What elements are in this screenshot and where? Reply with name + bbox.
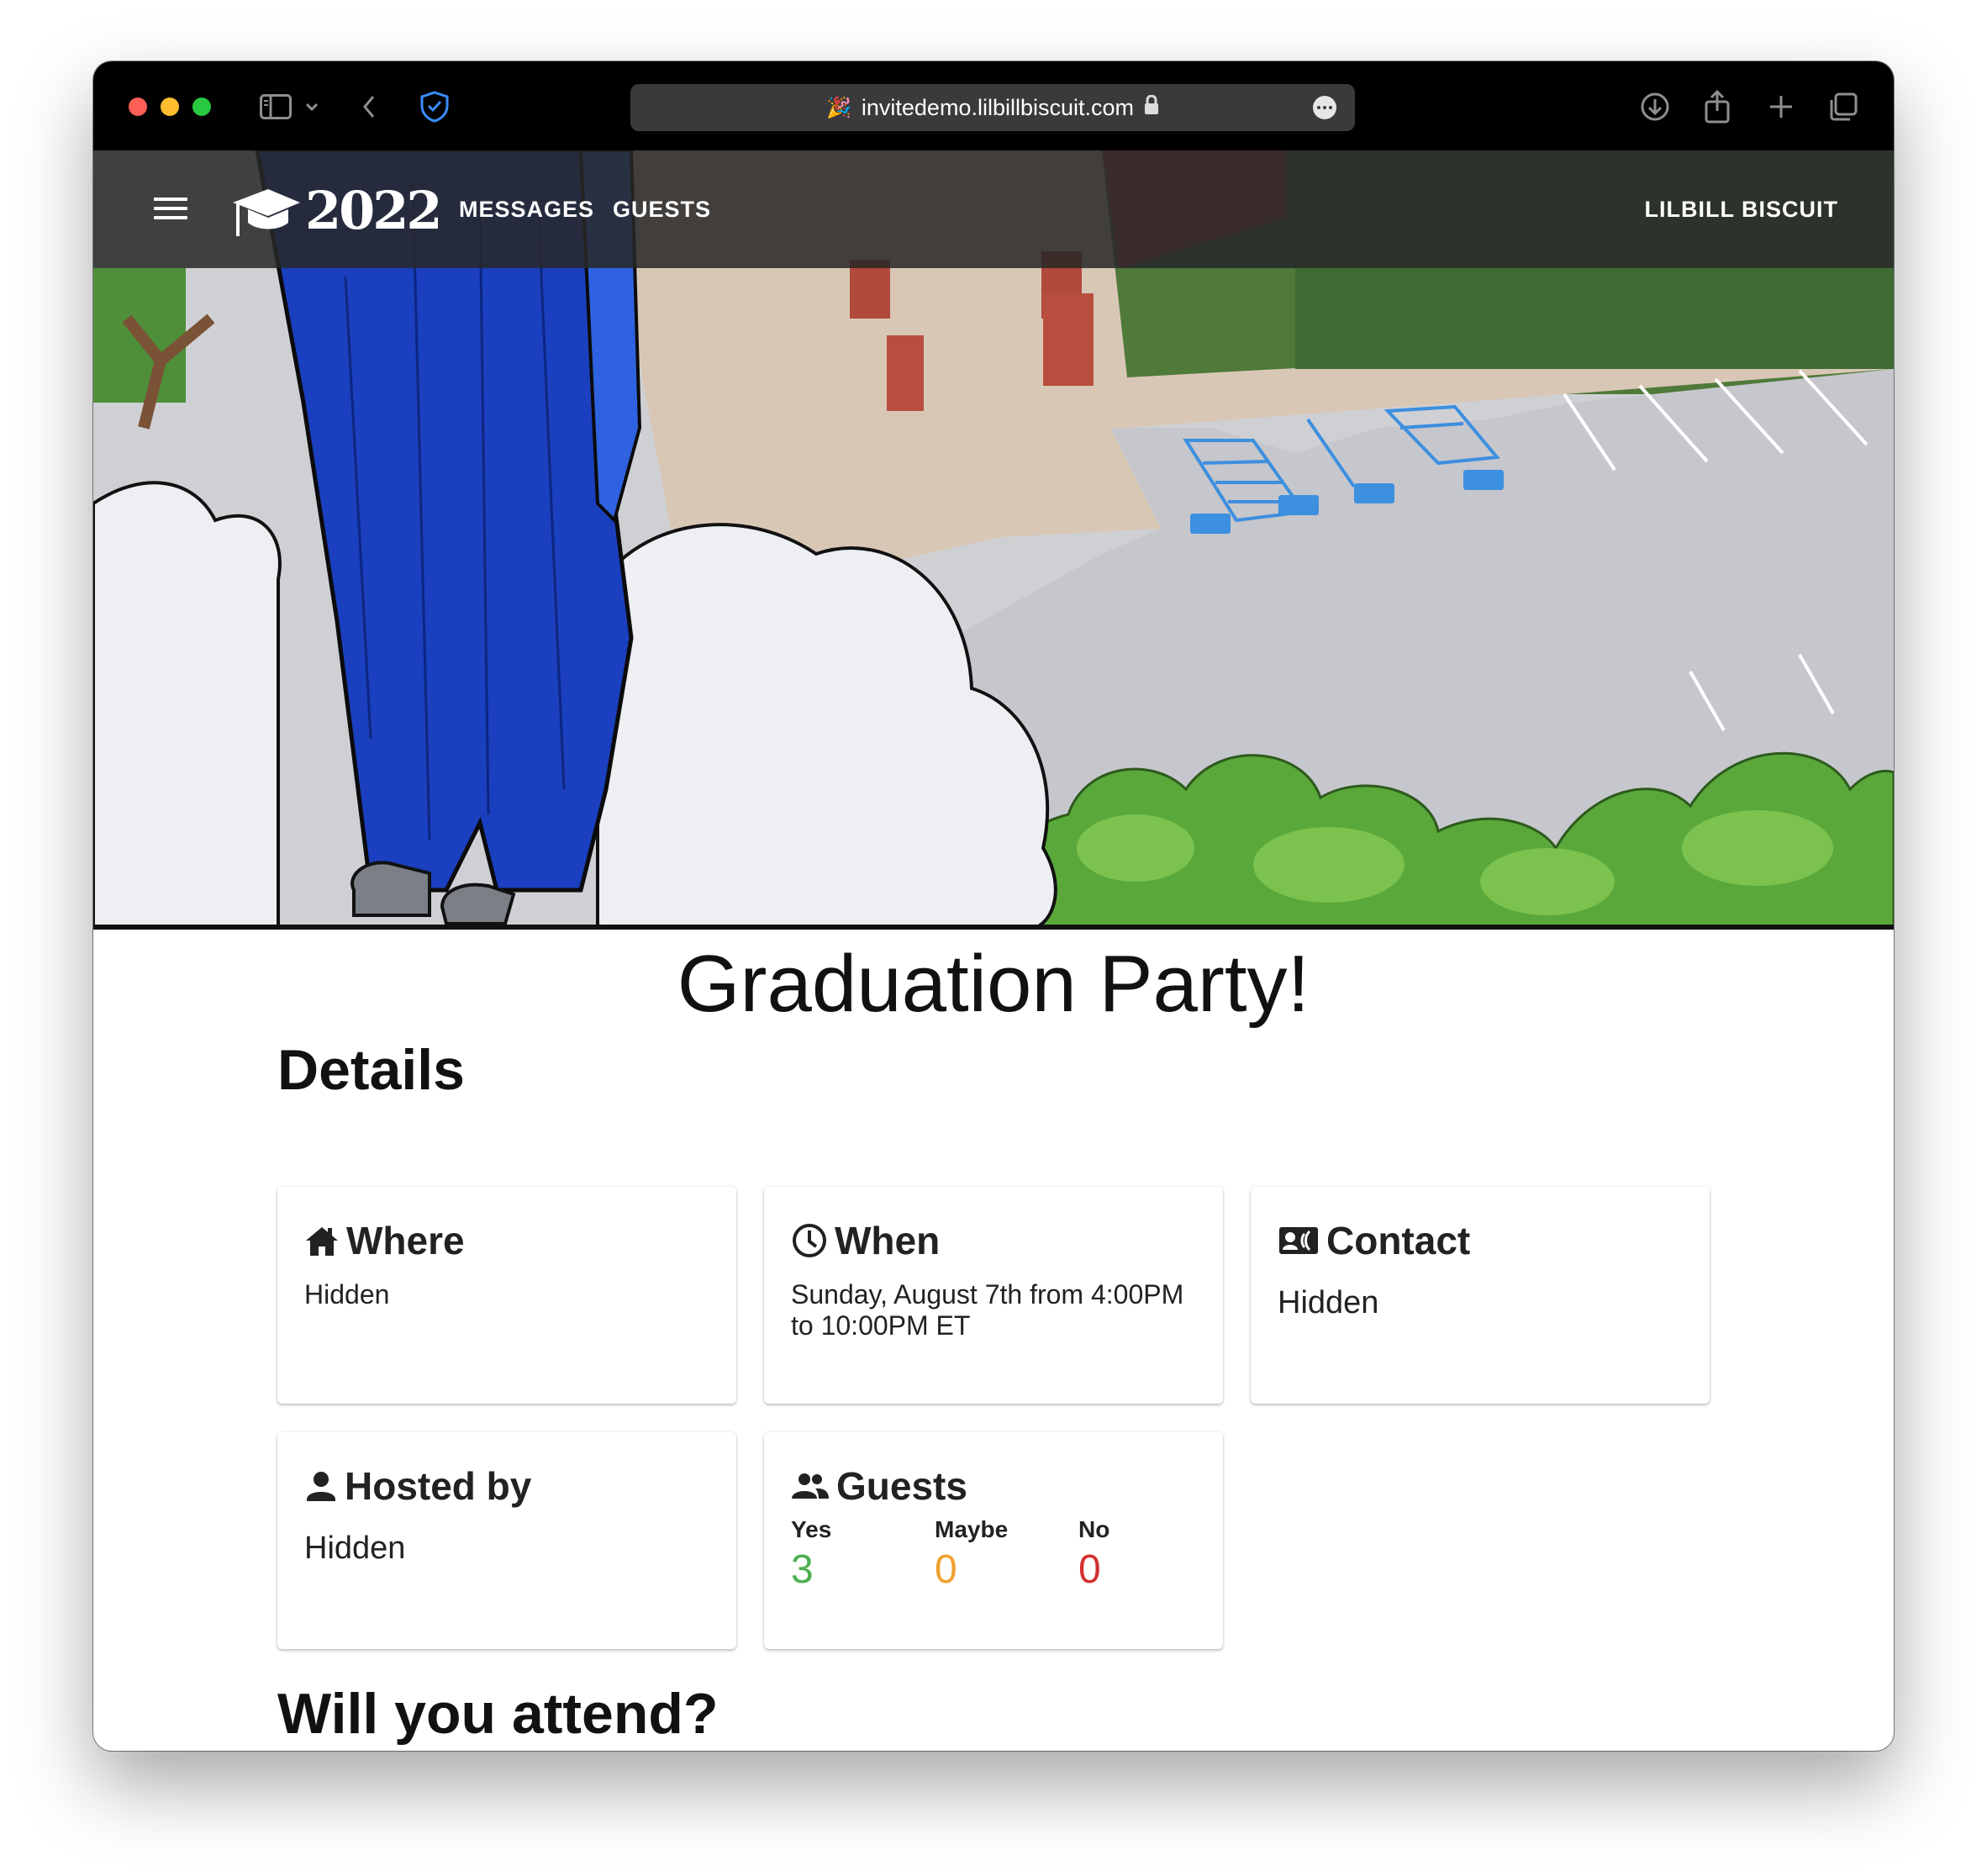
rsvp-yes: Yes 3 [791, 1516, 909, 1593]
close-window-button[interactable] [129, 97, 147, 116]
where-value: Hidden [304, 1279, 390, 1310]
rsvp-yes-label: Yes [791, 1516, 832, 1542]
browser-window: 🎉 invitedemo.lilbillbiscuit.com 2022 MES… [93, 61, 1894, 1751]
person-icon [307, 1472, 335, 1501]
home-icon [306, 1227, 338, 1256]
when-title: When [835, 1219, 941, 1262]
people-icon [792, 1473, 829, 1499]
sidebar-icon[interactable] [258, 87, 293, 127]
app-bar: 2022 MESSAGES GUESTS LILBILL BISCUIT [93, 150, 1894, 268]
share-icon[interactable] [1700, 87, 1734, 127]
when-card: When Sunday, August 7th from 4:00PM to 1… [764, 1187, 1223, 1404]
will-you-attend-heading: Will you attend? [277, 1682, 719, 1746]
rsvp-maybe-label: Maybe [935, 1516, 1009, 1542]
logo-year: 2022 [305, 179, 443, 241]
contact-title: Contact [1326, 1219, 1471, 1262]
guests-title: Guests [836, 1464, 967, 1508]
menu-icon[interactable] [154, 193, 187, 227]
lock-icon [1144, 94, 1159, 121]
details-heading: Details [277, 1038, 465, 1102]
party-popper-icon: 🎉 [825, 96, 851, 119]
more-options-icon[interactable] [1313, 96, 1336, 119]
browser-toolbar: 🎉 invitedemo.lilbillbiscuit.com [93, 61, 1894, 150]
hosted-by-value: Hidden [304, 1531, 406, 1566]
url-text: invitedemo.lilbillbiscuit.com [861, 94, 1134, 120]
when-value: Sunday, August 7th from 4:00PM to 10:00P… [791, 1279, 1184, 1341]
rsvp-maybe-count: 0 [935, 1547, 957, 1592]
contact-card-icon [1279, 1227, 1318, 1254]
nav-messages[interactable]: MESSAGES [459, 191, 594, 228]
contact-value: Hidden [1278, 1285, 1379, 1320]
rsvp-no-count: 0 [1078, 1547, 1101, 1592]
graduation-cap-icon [233, 189, 300, 236]
guests-card: Guests Yes 3 Maybe 0 No 0 [764, 1432, 1223, 1649]
tab-overview-icon[interactable] [1826, 87, 1860, 127]
where-card: Where Hidden [277, 1187, 736, 1404]
nav-guests[interactable]: GUESTS [613, 191, 711, 228]
rsvp-no: No 0 [1078, 1516, 1196, 1593]
hero-banner: 2022 MESSAGES GUESTS LILBILL BISCUIT [93, 150, 1894, 930]
clock-icon [793, 1224, 826, 1257]
back-icon[interactable] [359, 87, 379, 127]
page-title: Graduation Party! [677, 939, 1310, 1029]
chevron-down-icon[interactable] [303, 87, 320, 127]
where-title: Where [346, 1219, 465, 1262]
rsvp-maybe: Maybe 0 [935, 1516, 1052, 1593]
download-icon[interactable] [1638, 87, 1672, 127]
minimize-window-button[interactable] [161, 97, 179, 116]
hosted-by-card: Hosted by Hidden [277, 1432, 736, 1649]
contact-card: Contact Hidden [1251, 1187, 1710, 1404]
address-bar[interactable]: 🎉 invitedemo.lilbillbiscuit.com [630, 84, 1355, 131]
rsvp-yes-count: 3 [791, 1547, 814, 1592]
zoom-window-button[interactable] [192, 97, 211, 116]
rsvp-no-label: No [1078, 1516, 1110, 1542]
user-account-button[interactable]: LILBILL BISCUIT [1645, 191, 1839, 228]
hosted-by-title: Hosted by [345, 1464, 532, 1508]
logo[interactable]: 2022 [229, 179, 443, 241]
new-tab-icon[interactable] [1764, 87, 1798, 127]
shield-icon[interactable] [418, 87, 451, 127]
